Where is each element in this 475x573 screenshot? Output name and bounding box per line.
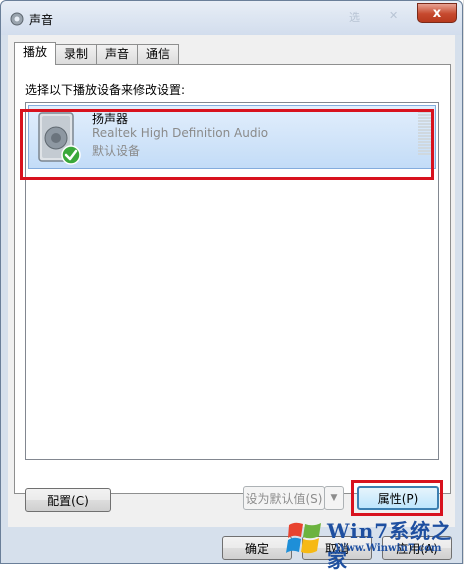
windows-flag-icon: [286, 522, 321, 554]
tab-communications[interactable]: 通信: [137, 44, 180, 64]
device-driver: Realtek High Definition Audio: [92, 126, 269, 140]
dialog-content: 播放 录制 声音 通信 选择以下播放设备来修改设置: 扬声器 Realtek H…: [8, 35, 455, 527]
background-window-edge: [463, 0, 475, 564]
device-item-speakers[interactable]: 扬声器 Realtek High Definition Audio 默认设备: [28, 105, 436, 169]
title-bar[interactable]: 声音 选 ✕ x: [1, 1, 462, 35]
properties-button[interactable]: 属性(P): [357, 486, 439, 510]
faded-title-control: 选: [349, 11, 360, 24]
device-status: 默认设备: [92, 144, 141, 158]
set-default-dropdown-arrow[interactable]: ▼: [324, 486, 344, 510]
watermark-url: Www.Winwin7.com: [335, 543, 442, 554]
ok-button[interactable]: 确定: [222, 536, 292, 560]
tab-playback[interactable]: 播放: [14, 42, 57, 65]
watermark: Win7系统之家 Www.Winwin7.com: [285, 515, 470, 572]
configure-button[interactable]: 配置(C): [25, 488, 111, 512]
speaker-gear-icon: [10, 12, 24, 26]
tab-recording[interactable]: 录制: [55, 44, 98, 64]
tab-strip: 播放 录制 声音 通信: [14, 42, 180, 65]
green-check-icon: [61, 145, 81, 165]
device-name: 扬声器: [92, 112, 129, 126]
set-default-button[interactable]: 设为默认值(S): [243, 486, 325, 510]
close-button[interactable]: x: [417, 3, 457, 23]
faded-close-control: ✕: [389, 9, 399, 22]
window-title: 声音: [29, 13, 54, 27]
playback-instruction: 选择以下播放设备来修改设置:: [25, 83, 186, 97]
speaker-icon: [38, 112, 81, 165]
volume-level-meter: [418, 111, 432, 155]
playback-panel: 选择以下播放设备来修改设置: 扬声器 Realtek High Definiti…: [14, 64, 451, 494]
playback-device-list[interactable]: 扬声器 Realtek High Definition Audio 默认设备: [25, 102, 439, 460]
sound-dialog: 声音 选 ✕ x 播放 录制 声音 通信 选择以下播放设备来修改设置: 扬声器 …: [0, 0, 463, 564]
tab-sounds[interactable]: 声音: [96, 44, 139, 64]
